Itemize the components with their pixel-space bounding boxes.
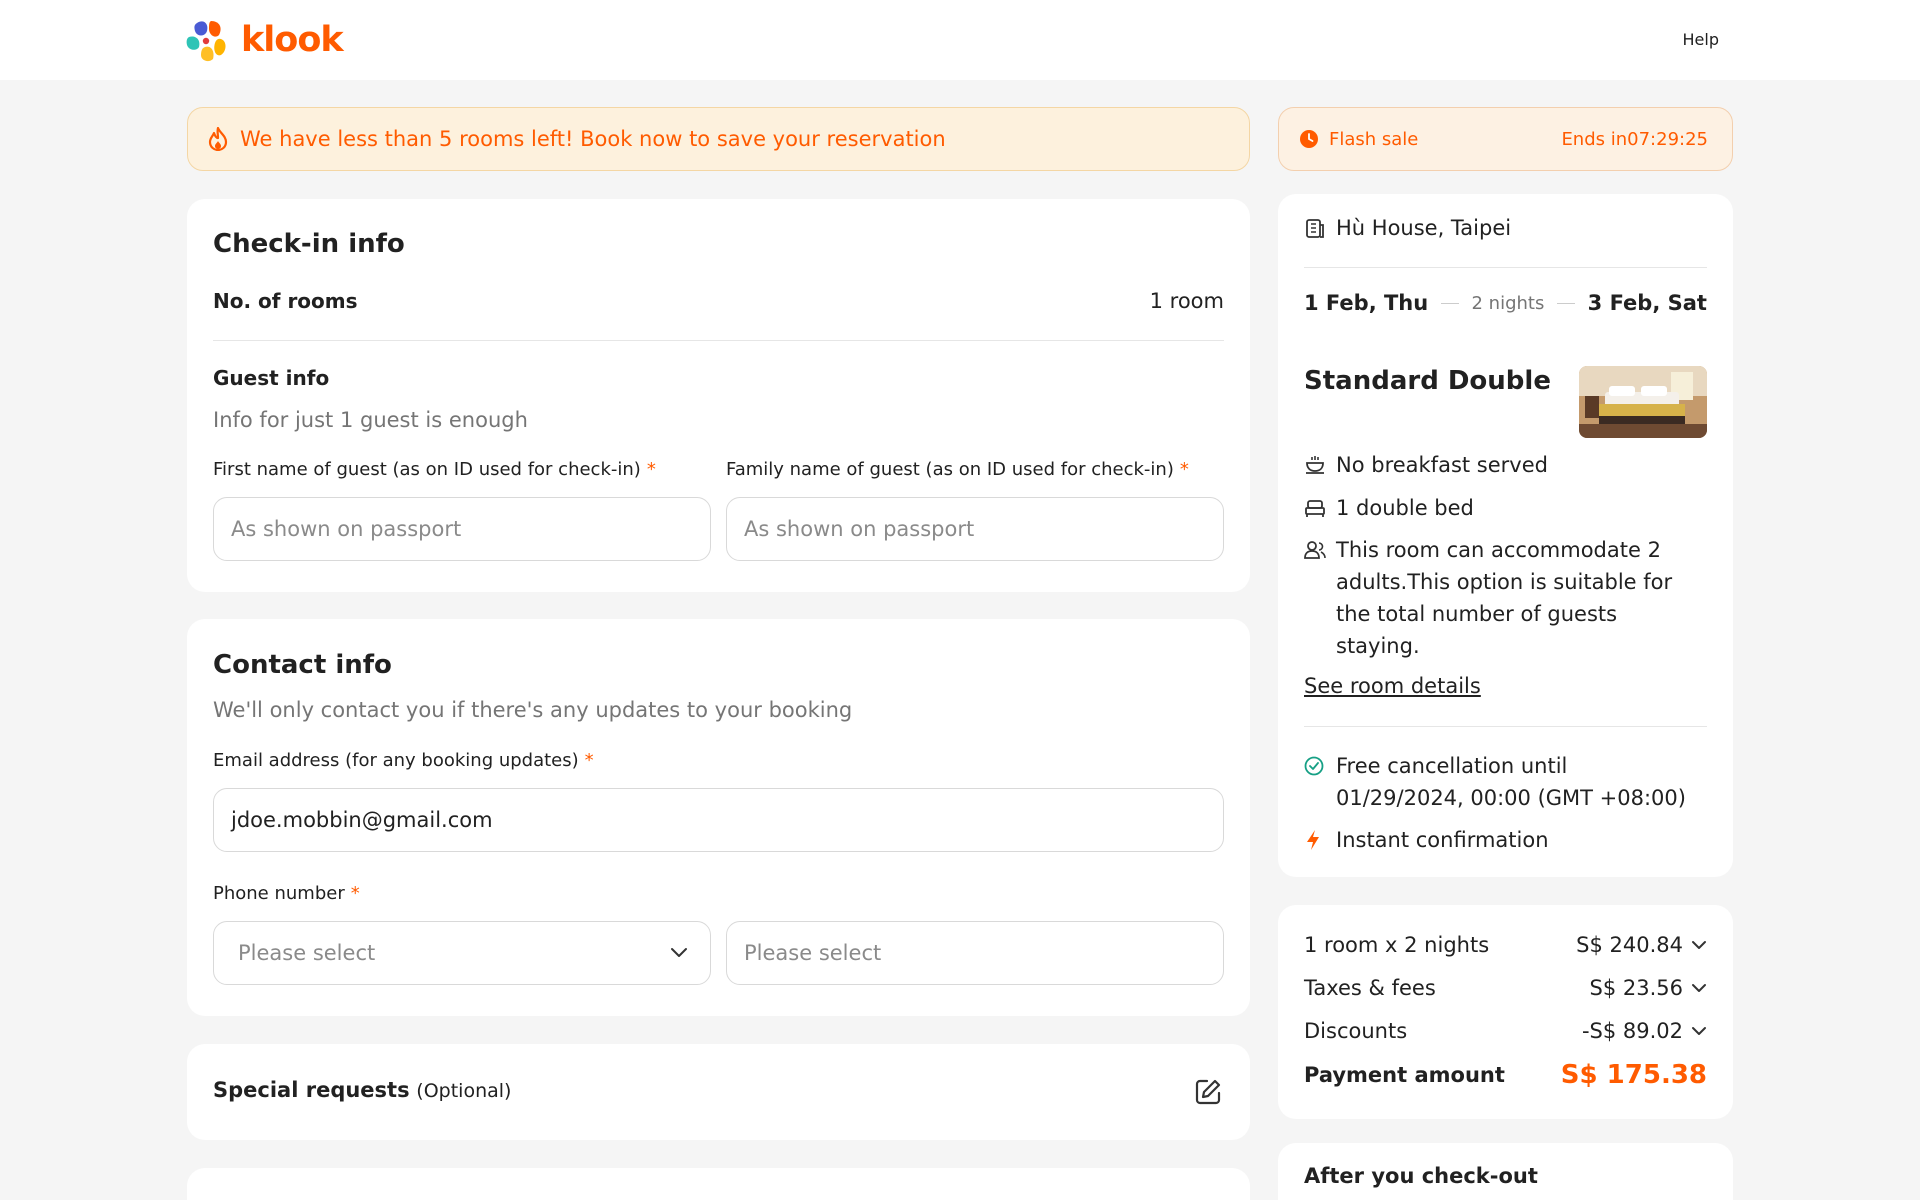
help-link[interactable]: Help [1683, 30, 1719, 49]
room-photo-image [1579, 366, 1707, 438]
date-dash [1557, 302, 1575, 304]
flash-sale-countdown: Ends in07:29:25 [1561, 128, 1708, 150]
chevron-down-icon [1692, 984, 1706, 992]
payment-amount-row: Payment amount S$ 175.38 [1304, 1060, 1707, 1090]
rooms-value: 1 room [1149, 289, 1224, 313]
payment-amount-label: Payment amount [1304, 1063, 1505, 1087]
cancellation-text: Free cancellation until 01/29/2024, 00:0… [1336, 754, 1686, 810]
family-name-label: Family name of guest (as on ID used for … [726, 459, 1189, 480]
phone-label-text: Phone number [213, 883, 345, 904]
email-label: Email address (for any booking updates) * [213, 750, 594, 771]
occupancy-row: This room can accommodate 2 adults.This … [1304, 534, 1704, 662]
instant-confirmation-text: Instant confirmation [1336, 828, 1549, 852]
nights-count: 2 nights [1471, 292, 1545, 314]
price-label: Taxes & fees [1304, 976, 1436, 1000]
after-checkout-card: After you check-out [1278, 1143, 1733, 1200]
clock-icon [1300, 130, 1318, 148]
special-requests-optional: (Optional) [416, 1080, 512, 1102]
price-row-taxes[interactable]: Taxes & fees S$ 23.56 [1304, 976, 1707, 1000]
checkout-date: 3 Feb, Sat [1587, 291, 1707, 315]
first-name-label: First name of guest (as on ID used for c… [213, 459, 656, 480]
required-mark: * [584, 750, 594, 771]
family-name-label-text: Family name of guest (as on ID used for … [726, 459, 1174, 480]
special-requests-card[interactable]: Special requests (Optional) [187, 1044, 1250, 1140]
bed-text: 1 double bed [1336, 496, 1474, 520]
after-checkout-title: After you check-out [1304, 1164, 1538, 1188]
price-label: 1 room x 2 nights [1304, 933, 1490, 957]
edit-icon[interactable] [1194, 1078, 1222, 1106]
email-label-text: Email address (for any booking updates) [213, 750, 579, 771]
bed-row: 1 double bed [1304, 492, 1474, 524]
chevron-down-icon [1692, 1027, 1706, 1035]
required-mark: * [646, 459, 656, 480]
contact-title: Contact info [213, 650, 392, 680]
first-name-input[interactable]: As shown on passport [213, 497, 711, 561]
fire-icon [208, 127, 228, 151]
divider [213, 340, 1224, 341]
occupancy-text: This room can accommodate 2 adults.This … [1336, 538, 1673, 658]
check-circle-icon [1304, 756, 1324, 776]
alert-text: We have less than 5 rooms left! Book now… [240, 127, 946, 151]
rooms-left-alert: We have less than 5 rooms left! Book now… [187, 107, 1250, 171]
chevron-down-icon [1692, 941, 1706, 949]
chevron-down-icon [671, 948, 687, 957]
logo-text: klook [241, 20, 344, 60]
first-name-label-text: First name of guest (as on ID used for c… [213, 459, 641, 480]
breakfast-icon [1306, 456, 1324, 474]
instant-confirmation-row: Instant confirmation [1304, 824, 1549, 856]
special-requests-heading: Special requests (Optional) [213, 1078, 511, 1102]
divider [1304, 726, 1707, 727]
date-dash [1440, 302, 1459, 304]
price-value: S$ 23.56 [1589, 976, 1684, 1000]
guest-info-title: Guest info [213, 366, 330, 390]
lightning-icon [1307, 830, 1319, 850]
price-value: -S$ 89.02 [1581, 1019, 1683, 1043]
hotel-icon [1306, 219, 1324, 238]
guest-info-subtitle: Info for just 1 guest is enough [213, 408, 528, 432]
price-value: S$ 240.84 [1576, 933, 1683, 957]
klook-logo-icon [186, 21, 226, 62]
see-room-details-link[interactable]: See room details [1304, 674, 1481, 698]
price-label: Discounts [1304, 1019, 1408, 1043]
hotel-name: Hù House, Taipei [1336, 216, 1512, 240]
hotel-row: Hù House, Taipei [1304, 212, 1511, 244]
country-code-placeholder: Please select [238, 941, 376, 965]
klook-logo[interactable]: klook [185, 17, 344, 63]
room-photo[interactable] [1579, 366, 1707, 438]
cancellation-row: Free cancellation until 01/29/2024, 00:0… [1304, 750, 1704, 814]
price-row-room[interactable]: 1 room x 2 nights S$ 240.84 [1304, 933, 1707, 957]
family-name-input[interactable]: As shown on passport [726, 497, 1224, 561]
room-name: Standard Double [1304, 366, 1551, 396]
phone-input[interactable]: Please select [726, 921, 1224, 985]
checkin-title: Check-in info [213, 229, 405, 259]
breakfast-row: No breakfast served [1304, 449, 1548, 481]
special-requests-title: Special requests [213, 1078, 410, 1102]
payment-amount-value: S$ 175.38 [1560, 1060, 1707, 1090]
divider [1304, 267, 1707, 268]
checkin-info-card: Check-in info No. of rooms 1 room Guest … [187, 199, 1250, 592]
price-row-discounts[interactable]: Discounts -S$ 89.02 [1304, 1019, 1707, 1043]
flash-sale-banner: Flash sale Ends in07:29:25 [1278, 107, 1733, 171]
country-code-select[interactable]: Please select [213, 921, 711, 985]
breakfast-text: No breakfast served [1336, 453, 1548, 477]
phone-label: Phone number * [213, 883, 360, 904]
required-mark: * [350, 883, 360, 904]
pricing-card: 1 room x 2 nights S$ 240.84 Taxes & fees… [1278, 905, 1733, 1119]
booking-summary-card: Hù House, Taipei 1 Feb, Thu 2 nights 3 F… [1278, 194, 1733, 877]
top-bar: klook Help [0, 0, 1920, 80]
checkin-date: 1 Feb, Thu [1304, 291, 1429, 315]
guests-icon [1304, 541, 1326, 559]
next-card [187, 1168, 1250, 1200]
stay-dates: 1 Feb, Thu 2 nights 3 Feb, Sat [1304, 291, 1707, 315]
flash-sale-label: Flash sale [1329, 128, 1419, 150]
contact-info-card: Contact info We'll only contact you if t… [187, 619, 1250, 1016]
bed-icon [1305, 500, 1325, 517]
rooms-label: No. of rooms [213, 289, 358, 313]
required-mark: * [1179, 459, 1189, 480]
contact-subtitle: We'll only contact you if there's any up… [213, 698, 853, 722]
email-input[interactable]: jdoe.mobbin@gmail.com [213, 788, 1224, 852]
